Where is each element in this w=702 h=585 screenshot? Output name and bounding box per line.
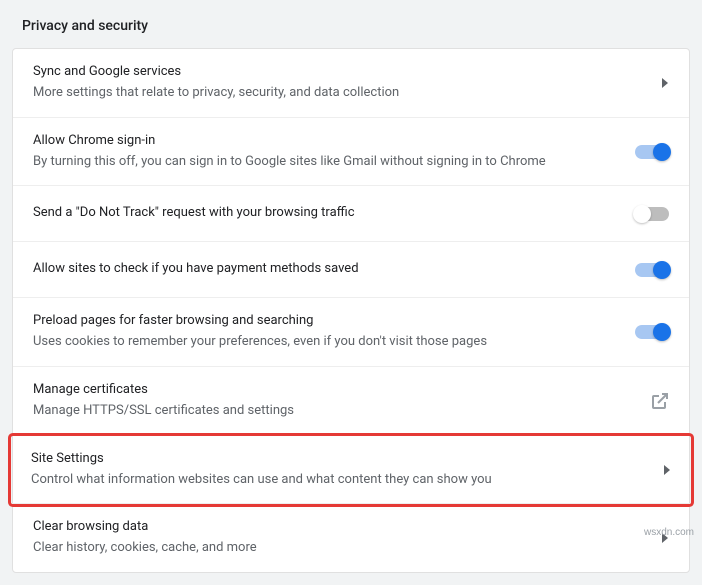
row-title: Allow Chrome sign-in: [33, 132, 623, 151]
row-text: Send a "Do Not Track" request with your …: [33, 204, 623, 223]
row-text: Sync and Google services More settings t…: [33, 63, 649, 103]
toggle-payment-methods[interactable]: [635, 263, 669, 277]
watermark: wsxdn.com: [644, 527, 694, 538]
row-allow-chrome-sign-in[interactable]: Allow Chrome sign-in By turning this off…: [13, 118, 689, 187]
row-title: Sync and Google services: [33, 63, 649, 82]
row-title: Send a "Do Not Track" request with your …: [33, 204, 623, 223]
row-manage-certificates[interactable]: Manage certificates Manage HTTPS/SSL cer…: [13, 367, 689, 436]
row-text: Preload pages for faster browsing and se…: [33, 312, 623, 352]
toggle-preload-pages[interactable]: [635, 325, 669, 339]
row-subtitle: Manage HTTPS/SSL certificates and settin…: [33, 402, 639, 421]
toggle-do-not-track[interactable]: [635, 207, 669, 221]
row-title: Manage certificates: [33, 381, 639, 400]
toggle-allow-chrome-sign-in[interactable]: [635, 145, 669, 159]
row-text: Clear browsing data Clear history, cooki…: [33, 518, 649, 558]
row-subtitle: By turning this off, you can sign in to …: [33, 153, 623, 172]
row-subtitle: Control what information websites can us…: [31, 471, 651, 490]
row-subtitle: Uses cookies to remember your preference…: [33, 333, 623, 352]
toggle-on-icon: [635, 145, 669, 159]
toggle-off-icon: [635, 207, 669, 221]
toggle-on-icon: [635, 263, 669, 277]
row-do-not-track[interactable]: Send a "Do Not Track" request with your …: [13, 186, 689, 242]
row-text: Allow Chrome sign-in By turning this off…: [33, 132, 623, 172]
row-sync-google-services[interactable]: Sync and Google services More settings t…: [13, 49, 689, 118]
row-title: Site Settings: [31, 450, 651, 469]
row-text: Allow sites to check if you have payment…: [33, 260, 623, 279]
section-title: Privacy and security: [12, 12, 690, 48]
toggle-on-icon: [635, 325, 669, 339]
row-payment-methods-check[interactable]: Allow sites to check if you have payment…: [13, 242, 689, 298]
chevron-right-icon: [663, 465, 671, 475]
chevron-right-icon: [661, 78, 669, 88]
row-subtitle: More settings that relate to privacy, se…: [33, 84, 649, 103]
row-text: Manage certificates Manage HTTPS/SSL cer…: [33, 381, 639, 421]
row-title: Preload pages for faster browsing and se…: [33, 312, 623, 331]
row-subtitle: Clear history, cookies, cache, and more: [33, 539, 649, 558]
row-title: Clear browsing data: [33, 518, 649, 537]
row-title: Allow sites to check if you have payment…: [33, 260, 623, 279]
row-preload-pages[interactable]: Preload pages for faster browsing and se…: [13, 298, 689, 367]
privacy-security-page: Privacy and security Sync and Google ser…: [0, 0, 702, 585]
external-link-icon: [651, 392, 669, 410]
row-site-settings[interactable]: Site Settings Control what information w…: [11, 436, 691, 505]
row-clear-browsing-data[interactable]: Clear browsing data Clear history, cooki…: [13, 504, 689, 572]
row-text: Site Settings Control what information w…: [31, 450, 651, 490]
settings-card: Sync and Google services More settings t…: [12, 48, 690, 573]
